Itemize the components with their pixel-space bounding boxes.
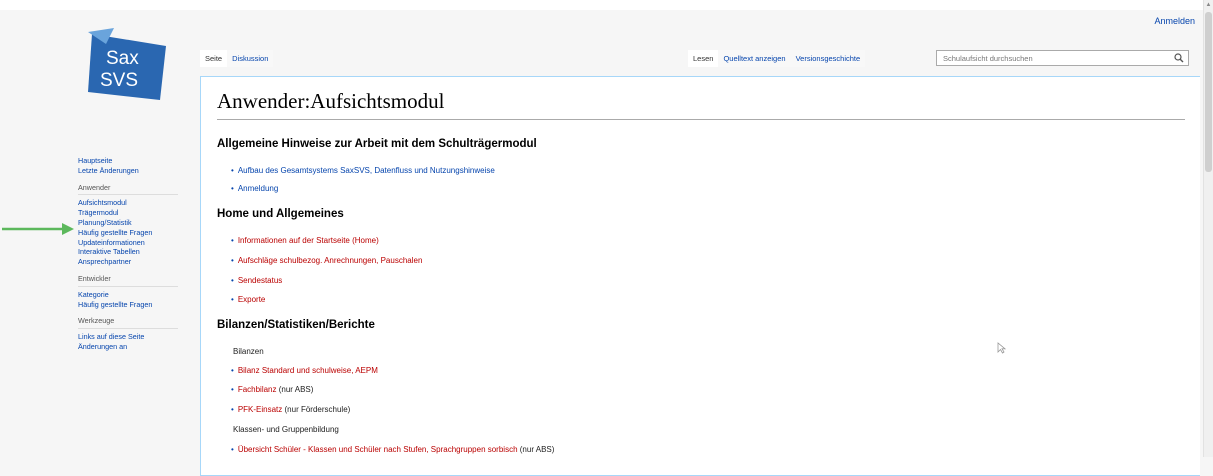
- sidebar-item-letzte-aenderungen[interactable]: Letzte Änderungen: [78, 166, 188, 176]
- list-item: • Bilanz Standard und schulweise, AEPM: [231, 366, 378, 375]
- arrow-right-icon: [2, 223, 74, 235]
- tab-seite[interactable]: Seite: [200, 50, 228, 67]
- list-item: • Fachbilanz (nur ABS): [231, 385, 314, 394]
- view-tabs: Lesen Quelltext anzeigen Versionsgeschicht…: [688, 50, 866, 67]
- login-link[interactable]: Anmelden: [1154, 16, 1195, 26]
- top-bar: [0, 0, 1213, 10]
- list-item: • Exporte: [231, 295, 266, 304]
- subheading-klassenbildung: Klassen- und Gruppenbildung: [233, 425, 339, 434]
- sidebar-item-interaktive-tabellen[interactable]: Interaktive Tabellen: [78, 247, 188, 257]
- sidebar-heading-werkzeuge: Werkzeuge: [78, 316, 115, 326]
- section-heading: Allgemeine Hinweise zur Arbeit mit dem S…: [217, 138, 537, 150]
- sidebar-item-faq[interactable]: Häufig gestellte Fragen: [78, 228, 188, 238]
- mouse-cursor-icon: [997, 342, 1006, 354]
- divider: [78, 328, 178, 330]
- title-divider: [217, 119, 1185, 120]
- list-item: • Aufschläge schulbezog. Anrechnungen, Pa…: [231, 256, 423, 265]
- sidebar-item-planung-statistik[interactable]: Planung/Statistik: [78, 218, 188, 228]
- link-uebersicht-schueler[interactable]: Übersicht Schüler - Klassen und Schüler …: [238, 445, 518, 454]
- list-item: • Aufbau des Gesamtsystems SaxSVS, Datenf…: [231, 166, 495, 175]
- list-item: • PFK-Einsatz (nur Förderschule): [231, 405, 351, 414]
- logo-text-line2: SVS: [100, 70, 138, 91]
- sidebar-item-ansprechpartner[interactable]: Ansprechpartner: [78, 257, 188, 267]
- sidebar-item-traegermodul[interactable]: Trägermodul: [78, 208, 188, 218]
- divider: [78, 285, 178, 287]
- tab-quelltext[interactable]: Quelltext anzeigen: [718, 50, 791, 67]
- sidebar-heading-anwender: Anwender: [78, 182, 111, 192]
- link-aufschlaege[interactable]: Aufschläge schulbezog. Anrechnungen, Pau…: [238, 256, 423, 265]
- link-exporte[interactable]: Exporte: [238, 295, 266, 304]
- list-item: • Sendestatus: [231, 276, 283, 285]
- link-anmeldung[interactable]: Anmeldung: [238, 184, 278, 193]
- tab-diskussion[interactable]: Diskussion: [227, 50, 274, 67]
- search-icon[interactable]: [1174, 53, 1184, 63]
- section-heading: Home und Allgemeines: [217, 208, 344, 220]
- link-sendestatus[interactable]: Sendestatus: [238, 276, 282, 285]
- search-placeholder: Schulaufsicht durchsuchen: [943, 54, 1033, 63]
- scroll-up-icon[interactable]: ▲: [1205, 2, 1212, 8]
- subheading-bilanzen: Bilanzen: [233, 347, 264, 356]
- sidebar-item-hauptseite[interactable]: Hauptseite: [78, 156, 188, 166]
- note-nur-abs-2: (nur ABS): [517, 445, 555, 454]
- sidebar-item-updateinformationen[interactable]: Updateinformationen: [78, 238, 188, 248]
- link-informationen-startseite[interactable]: Informationen auf der Startseite (Home): [238, 236, 379, 245]
- scrollbar[interactable]: ▲: [1203, 0, 1213, 457]
- sidebar: Hauptseite Letzte Änderungen Anwender Au…: [78, 156, 188, 359]
- section-heading: Bilanzen/Statistiken/Berichte: [217, 319, 375, 331]
- sidebar-item-kategorie[interactable]: Kategorie: [78, 290, 188, 300]
- link-aufbau[interactable]: Aufbau des Gesamtsystems SaxSVS, Datenfl…: [238, 166, 495, 175]
- page-content: Anwender:Aufsichtsmodul Allgemeine Hinwe…: [200, 76, 1200, 476]
- page-title: Anwender:Aufsichtsmodul: [217, 89, 445, 113]
- note-nur-abs: (nur ABS): [276, 385, 314, 394]
- sidebar-item-links-auf-diese-seite[interactable]: Links auf diese Seite: [78, 332, 188, 342]
- tab-lesen[interactable]: Lesen: [688, 50, 719, 67]
- sidebar-heading-entwickler: Entwickler: [78, 273, 111, 283]
- search-input[interactable]: Schulaufsicht durchsuchen: [936, 50, 1189, 66]
- namespace-tabs: Seite Diskussion: [200, 50, 274, 67]
- divider: [78, 194, 178, 196]
- scrollbar-thumb[interactable]: [1205, 12, 1212, 172]
- sidebar-item-aufsichtsmodul[interactable]: Aufsichtsmodul: [78, 198, 188, 208]
- list-item: • Übersicht Schüler - Klassen und Schüler…: [231, 445, 555, 454]
- link-pfk-einsatz[interactable]: PFK-Einsatz: [238, 405, 282, 414]
- link-fachbilanz[interactable]: Fachbilanz: [238, 385, 277, 394]
- sidebar-item-aenderungen-an[interactable]: Änderungen an: [78, 342, 188, 352]
- saxsvs-logo-graphic: Sax SVS: [88, 28, 166, 100]
- note-nur-foerderschule: (nur Förderschule): [282, 405, 351, 414]
- sidebar-item-faq-dev[interactable]: Häufig gestellte Fragen: [78, 300, 188, 310]
- list-item: • Anmeldung: [231, 184, 279, 193]
- site-logo[interactable]: Sax SVS: [86, 26, 170, 106]
- list-item: • Informationen auf der Startseite (Home): [231, 236, 379, 245]
- logo-text-line1: Sax: [106, 48, 139, 69]
- link-bilanz-standard[interactable]: Bilanz Standard und schulweise, AEPM: [238, 366, 378, 375]
- tab-versionsgeschichte[interactable]: Versionsgeschichte: [790, 50, 866, 67]
